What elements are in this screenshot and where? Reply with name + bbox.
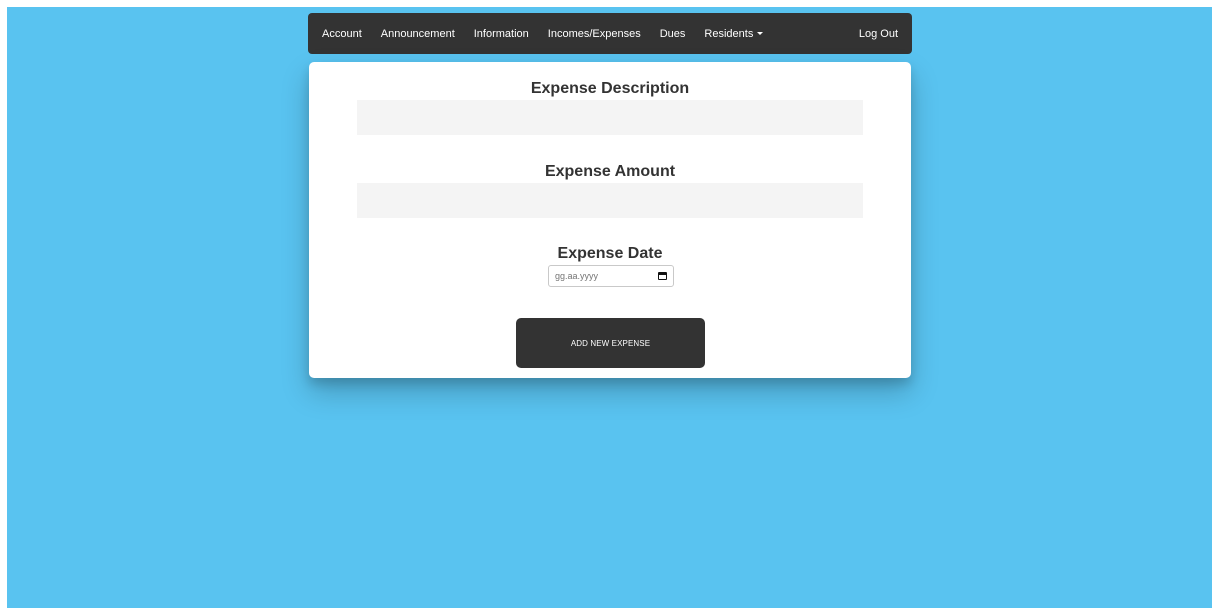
expense-amount-input[interactable] <box>357 183 863 218</box>
expense-date-input[interactable]: gg.aa.yyyy <box>548 265 674 287</box>
expense-description-label: Expense Description <box>530 80 690 97</box>
nav-residents-dropdown[interactable]: Residents <box>704 27 764 40</box>
expense-description-input[interactable] <box>357 100 863 135</box>
add-new-expense-button[interactable]: ADD NEW EXPENSE <box>516 318 705 368</box>
top-navbar: Account Announcement Information Incomes… <box>308 13 912 54</box>
caret-down-icon <box>757 32 764 36</box>
nav-incomes-expenses[interactable]: Incomes/Expenses <box>548 28 641 40</box>
expense-date-label: Expense Date <box>557 245 663 262</box>
page-background: Account Announcement Information Incomes… <box>7 7 1212 608</box>
nav-information[interactable]: Information <box>474 28 529 40</box>
nav-announcement[interactable]: Announcement <box>381 28 455 40</box>
logout-link[interactable]: Log Out <box>859 28 898 40</box>
add-expense-form-card: Expense Description Expense Amount Expen… <box>309 62 911 378</box>
calendar-icon[interactable] <box>658 272 667 280</box>
nav-account[interactable]: Account <box>322 28 362 40</box>
nav-dues[interactable]: Dues <box>660 28 686 40</box>
expense-amount-label: Expense Amount <box>544 163 676 180</box>
date-placeholder: gg.aa.yyyy <box>555 271 599 281</box>
nav-residents-label: Residents <box>704 27 754 40</box>
